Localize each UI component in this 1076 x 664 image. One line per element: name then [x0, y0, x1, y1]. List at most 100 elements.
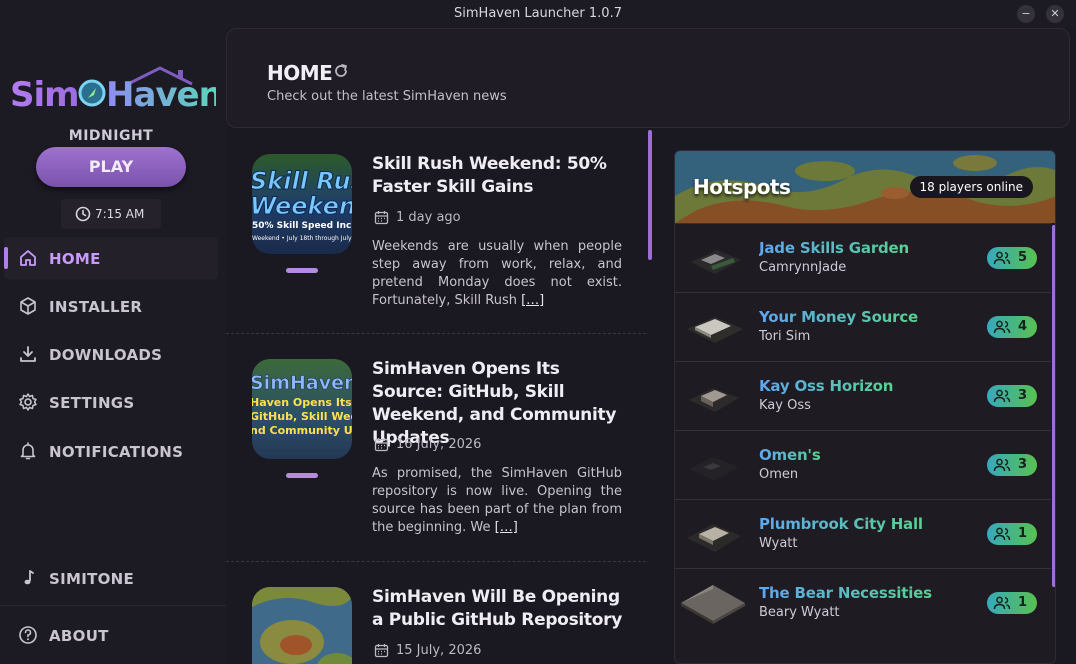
nav-downloads-label: DOWNLOADS: [49, 346, 163, 364]
lot-thumbnail: [687, 524, 741, 552]
lot-name[interactable]: Kay Oss Horizon: [759, 377, 893, 395]
lot-player-count-value: 1: [1018, 526, 1028, 541]
page-subtitle: Check out the latest SimHaven news: [267, 89, 507, 104]
lot-row[interactable]: The Bear Necessities Beary Wyatt 1: [675, 568, 1051, 637]
skill-rush-art: Skill Rush Weekend 50% Skill Speed Incre…: [252, 154, 352, 254]
users-icon: [993, 527, 1011, 541]
lot-player-count: 3: [987, 385, 1037, 407]
nav-about-label: ABOUT: [49, 627, 109, 645]
thumb-line-2: Haven Opens Its S: [252, 396, 352, 409]
lot-owner: Omen: [759, 467, 799, 482]
hotspots-title: Hotspots: [693, 175, 791, 199]
play-button[interactable]: PLAY: [36, 147, 186, 187]
nav-simitone[interactable]: SIMITONE: [4, 557, 218, 599]
read-more-link[interactable]: […]: [495, 520, 518, 535]
simhaven-logo: Sim Haven: [10, 64, 223, 115]
news-date-text: 1 day ago: [396, 210, 461, 225]
lot-owner: Beary Wyatt: [759, 605, 840, 620]
news-excerpt: As promised, the SimHaven GitHub reposit…: [372, 465, 622, 537]
refresh-icon[interactable]: [333, 63, 349, 79]
sidebar: Sim Haven MIDNIGHT PLAY 7:15 AM HOME INS…: [0, 28, 226, 664]
hotspots-panel: Hotspots 18 players online Jade Skills G…: [674, 150, 1056, 664]
lot-player-count: 5: [987, 247, 1037, 269]
lot-row[interactable]: Kay Oss Horizon Kay Oss 3: [675, 361, 1051, 430]
lot-player-count-value: 4: [1018, 319, 1028, 334]
lot-name[interactable]: Jade Skills Garden: [759, 239, 909, 257]
news-thumbnail[interactable]: Skill Rush Weekend 50% Skill Speed Incre…: [252, 154, 352, 254]
lot-row[interactable]: Plumbrook City Hall Wyatt 1: [675, 499, 1051, 568]
close-button[interactable]: ✕: [1046, 5, 1064, 23]
players-online-badge: 18 players online: [909, 176, 1033, 198]
news-thumbnail[interactable]: SimHaven Haven Opens Its S GitHub, Skill…: [252, 359, 352, 459]
lot-player-count: 1: [987, 523, 1037, 545]
lot-row[interactable]: Your Money Source Tori Sim 4: [675, 292, 1051, 361]
calendar-icon: [374, 211, 389, 225]
lot-player-count: 3: [987, 454, 1037, 476]
lot-player-count-value: 1: [1018, 595, 1028, 610]
game-time: 7:15 AM: [95, 207, 145, 221]
users-icon: [993, 389, 1011, 403]
nav-installer-label: INSTALLER: [49, 298, 143, 316]
news-date-text: 16 July, 2026: [396, 437, 482, 452]
thumbnail-indicator: [286, 473, 318, 478]
nav-downloads[interactable]: DOWNLOADS: [4, 333, 218, 375]
question-circle-icon: [19, 626, 37, 644]
clock-icon: [75, 206, 91, 222]
nav-home[interactable]: HOME: [4, 237, 218, 279]
sidebar-divider: [0, 605, 226, 606]
bell-icon: [20, 442, 36, 460]
news-excerpt-text: Weekends are usually when people step aw…: [372, 239, 622, 308]
hotspots-scrollbar[interactable]: [1052, 225, 1055, 587]
lot-row[interactable]: Omen's Omen 3: [675, 430, 1051, 499]
lot-thumbnail: [689, 457, 739, 481]
lot-row[interactable]: Jade Skills Garden CamrynnJade 5: [675, 223, 1051, 292]
news-date: 15 July, 2026: [372, 643, 481, 658]
nav-installer[interactable]: INSTALLER: [4, 285, 218, 327]
lot-name[interactable]: Omen's: [759, 446, 821, 464]
lot-player-count-value: 3: [1018, 388, 1028, 403]
news-divider: [226, 333, 646, 334]
main-content: HOME Check out the latest SimHaven news …: [226, 28, 1076, 664]
lot-name[interactable]: Plumbrook City Hall: [759, 515, 923, 533]
lot-thumbnail: [689, 388, 739, 412]
news-title[interactable]: Skill Rush Weekend: 50% Faster Skill Gai…: [372, 153, 626, 199]
music-note-icon: [24, 570, 34, 585]
download-icon: [20, 346, 36, 362]
news-thumbnail[interactable]: [252, 587, 352, 664]
lot-owner: CamrynnJade: [759, 260, 847, 275]
logo-text-sim: Sim: [10, 75, 79, 114]
calendar-icon: [374, 644, 389, 658]
nav-settings-label: SETTINGS: [49, 394, 135, 412]
users-icon: [993, 458, 1011, 472]
lot-name[interactable]: The Bear Necessities: [759, 584, 932, 602]
cube-icon: [20, 297, 36, 315]
news-scrollbar[interactable]: [648, 130, 652, 260]
lot-thumbnail: [691, 250, 741, 274]
page-title: HOME: [267, 61, 333, 85]
lot-name[interactable]: Your Money Source: [759, 308, 918, 326]
nav-notifications[interactable]: NOTIFICATIONS: [4, 430, 218, 472]
thumbnail-indicator: [286, 268, 318, 273]
home-icon: [20, 250, 36, 266]
nav-about[interactable]: ABOUT: [4, 614, 218, 656]
news-title[interactable]: SimHaven Will Be Opening a Public GitHub…: [372, 586, 626, 632]
thumb-line-3: GitHub, Skill Weeke: [252, 410, 352, 423]
nav-notifications-label: NOTIFICATIONS: [49, 443, 184, 461]
lot-player-count: 4: [987, 316, 1037, 338]
title-bar: SimHaven Launcher 1.0.7 − ✕: [0, 0, 1076, 28]
thumb-line-3: 50% Skill Speed Increase: [252, 221, 352, 231]
nav-settings[interactable]: SETTINGS: [4, 381, 218, 423]
edition-label: MIDNIGHT: [68, 128, 154, 144]
gear-icon: [19, 393, 37, 411]
thumb-line-4: Weekend • July 18th through July: [252, 235, 352, 242]
lot-owner: Wyatt: [759, 536, 798, 551]
window-title: SimHaven Launcher 1.0.7: [454, 6, 622, 21]
read-more-link[interactable]: […]: [521, 293, 544, 308]
nav-home-label: HOME: [49, 250, 101, 268]
minimize-button[interactable]: −: [1017, 5, 1035, 23]
lot-player-count-value: 5: [1018, 250, 1028, 265]
logo-graphic: Sim Haven: [10, 66, 223, 115]
lot-player-count: 1: [987, 592, 1037, 614]
page-header: HOME Check out the latest SimHaven news: [226, 28, 1070, 128]
lot-owner: Kay Oss: [759, 398, 811, 413]
